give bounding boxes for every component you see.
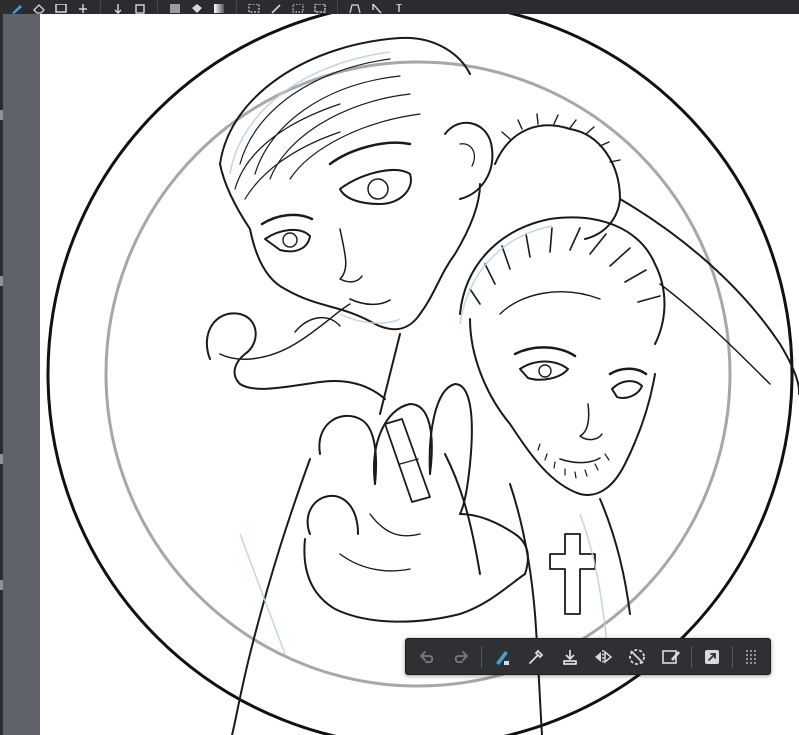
face-outline-char2 [469, 318, 656, 496]
selection-rect-icon[interactable] [243, 0, 265, 14]
fill-swatch-icon[interactable] [164, 0, 186, 14]
smoke-wisp-2 [219, 303, 351, 360]
eye-char2-right [611, 380, 643, 399]
move-icon[interactable] [72, 0, 94, 14]
edit-selection-button[interactable] [654, 642, 688, 672]
rectangle-icon[interactable] [50, 0, 72, 14]
drawing-canvas[interactable] [40, 14, 799, 735]
smoke-wisp-1 [205, 312, 386, 400]
eyedropper-icon [528, 649, 543, 664]
tool-group-layer [101, 0, 158, 14]
drawing-app-window [0, 0, 799, 735]
flip-horizontal-button[interactable] [587, 642, 621, 672]
brush-eraser-icon [495, 650, 509, 665]
rotate-reset-button[interactable] [620, 642, 654, 672]
tool-group-misc [338, 0, 416, 14]
finger-4 [306, 494, 359, 535]
cross-pendant [549, 533, 596, 615]
finger-1 [318, 414, 378, 485]
redo-button[interactable] [444, 642, 478, 672]
hair-outline-char2 [459, 216, 666, 345]
separator [480, 645, 482, 668]
selection-pen-icon[interactable] [265, 0, 287, 14]
undo-icon [420, 650, 434, 663]
separator [691, 645, 693, 668]
expand-icon [705, 649, 720, 664]
line-art-illustration [46, 14, 799, 735]
eyedropper-button[interactable] [519, 642, 553, 672]
layer-copy-icon[interactable] [129, 0, 151, 14]
rail-marker [0, 276, 3, 286]
coat-char1-left [231, 458, 311, 735]
rail-marker [0, 110, 3, 120]
finger-3 [428, 383, 473, 515]
rail-marker [0, 580, 3, 590]
tool-group-fill [158, 0, 237, 14]
palm [303, 538, 526, 623]
selection-magic-icon[interactable] [309, 0, 331, 14]
transform-vertical-icon[interactable] [107, 0, 129, 14]
tool-group-selection [237, 0, 338, 14]
eraser-icon[interactable] [28, 0, 50, 14]
edit-selection-icon [662, 649, 681, 664]
inner-guide-circle [104, 60, 732, 688]
cigarette [384, 418, 431, 503]
selection-lasso-icon[interactable] [287, 0, 309, 14]
flip-horizontal-icon [595, 649, 613, 664]
rotate-reset-icon [629, 648, 646, 665]
hair-outline-2 [219, 163, 251, 230]
brush-eraser-toggle-button[interactable] [485, 642, 519, 672]
expand-button[interactable] [695, 642, 729, 672]
coat-char2-left [509, 483, 543, 735]
outer-frame-circle [46, 14, 794, 735]
redo-icon [454, 650, 468, 663]
brush-icon[interactable] [6, 0, 28, 14]
quick-access-bar [405, 638, 771, 675]
ear-1 [444, 121, 494, 200]
separator [732, 645, 734, 668]
left-panel-rail [0, 14, 40, 735]
finger-2 [373, 403, 433, 485]
text-icon[interactable] [388, 0, 410, 14]
merge-down-icon [562, 649, 577, 665]
gradient-icon[interactable] [208, 0, 230, 14]
undo-button[interactable] [410, 642, 444, 672]
fur-collar [494, 124, 621, 240]
hair-outline-1 [219, 36, 471, 165]
perspective-icon[interactable] [344, 0, 366, 14]
top-toolbar [0, 0, 799, 15]
rail-edge [0, 14, 3, 735]
grip-icon[interactable] [736, 642, 766, 672]
merge-down-button[interactable] [553, 642, 587, 672]
tool-group-drawing [0, 0, 101, 14]
coat-right [619, 198, 799, 395]
pointer-icon[interactable] [366, 0, 388, 14]
rail-marker [0, 454, 3, 464]
paint-bucket-icon[interactable] [186, 0, 208, 14]
